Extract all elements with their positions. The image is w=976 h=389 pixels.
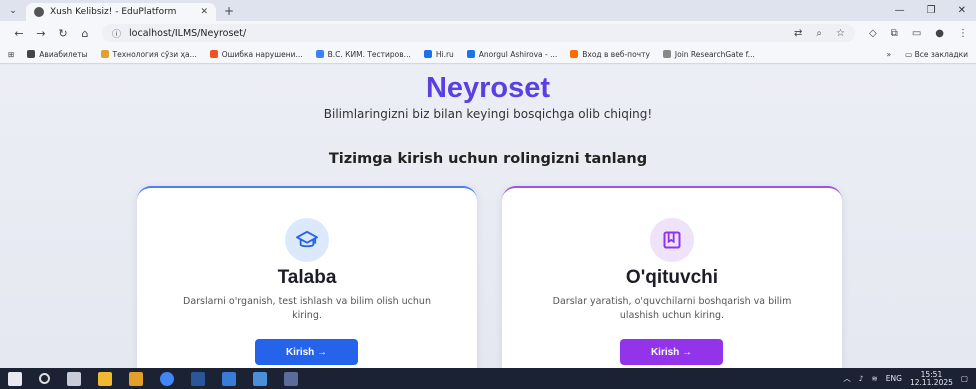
clock-date: 12.11.2025 [909, 377, 953, 387]
student-role-title: Talaba [277, 267, 337, 288]
browser-tab-bar: ⌄ Xush Kelibsiz! - EduPlatform ✕ + — ❐ ✕ [0, 0, 976, 21]
tab-close-icon[interactable]: ✕ [200, 7, 208, 17]
network-icon[interactable]: ≋ [871, 374, 877, 383]
volume-icon[interactable]: ♪ [859, 374, 864, 383]
bookmark-favicon-icon [423, 50, 432, 58]
site-info-icon[interactable]: ⓘ [112, 27, 121, 40]
bookmarks-overflow-button[interactable]: » [887, 50, 892, 59]
folder-icon: ▭ [905, 49, 915, 59]
book-icon [663, 231, 681, 249]
bookmark-favicon-icon [209, 50, 218, 58]
page-content: Neyroset Bilimlaringizni biz bilan keyin… [0, 65, 976, 368]
apps-grid-icon[interactable]: ⊞ [8, 50, 14, 59]
bookmark-label: Технология сўзи ҳа... [112, 49, 197, 59]
bookmark-favicon-icon [570, 50, 579, 58]
store-app-icon[interactable] [129, 371, 143, 386]
bookmark-label: Join ResearchGate f... [674, 49, 755, 59]
graduation-cap-icon [296, 230, 318, 248]
sidebar-icon[interactable]: ▭ [912, 28, 921, 39]
chrome-icon[interactable] [160, 371, 174, 386]
bookmark-favicon-icon [100, 50, 109, 58]
role-prompt: Tizimga kirish uchun rolingizni tanlang [328, 151, 648, 167]
bookmark-label: Вход в веб-почту [582, 49, 650, 59]
clock[interactable]: 15:51 12.11.2025 [909, 370, 953, 387]
notifications-icon[interactable]: ▢ [961, 374, 968, 383]
translate-icon[interactable]: ⇄ [794, 28, 802, 39]
taskbar-search-icon[interactable] [39, 373, 50, 384]
bookmark-favicon-icon [466, 50, 475, 58]
teacher-role-title: O'qituvchi [625, 267, 719, 288]
tab-title: Xush Kelibsiz! - EduPlatform [50, 7, 177, 17]
bookmark-item[interactable]: B.C. КИМ. Тестиров... [315, 49, 411, 59]
new-tab-button[interactable]: + [224, 4, 234, 18]
site-favicon-icon [34, 7, 44, 17]
language-indicator[interactable]: ENG [886, 374, 902, 383]
browser-menu-icon[interactable]: ⋮ [958, 28, 968, 39]
restore-icon[interactable]: ❐ [927, 5, 936, 16]
window-controls: — ❐ ✕ [895, 5, 976, 16]
teacher-icon-circle [650, 218, 694, 262]
bookmark-item[interactable]: Anorgul Ashirova - ... [466, 49, 558, 59]
bookmark-item[interactable]: Hi.ru [423, 49, 454, 59]
word-icon[interactable] [191, 371, 205, 386]
tray-overflow-icon[interactable]: ︿ [843, 373, 851, 384]
app-icon[interactable] [253, 371, 267, 386]
bookmark-item[interactable]: Ошибка нарушени... [209, 49, 303, 59]
extensions-puzzle-icon[interactable]: ⧉ [891, 28, 898, 39]
system-tray: ︿ ♪ ≋ ENG 15:51 12.11.2025 ▢ [843, 370, 968, 387]
bookmark-item[interactable]: Технология сўзи ҳа... [100, 49, 197, 59]
file-explorer-icon[interactable] [98, 371, 112, 386]
reload-icon[interactable]: ↻ [52, 27, 74, 40]
tagline: Bilimlaringizni biz bilan keyingi bosqic… [323, 107, 653, 121]
bookmark-label: Авиабилеты [39, 49, 88, 59]
bookmark-label: B.C. КИМ. Тестиров... [327, 49, 411, 59]
student-role-card[interactable]: Talaba Darslarni o'rganish, test ishlash… [137, 186, 477, 368]
student-login-button[interactable]: Kirish → [255, 339, 358, 365]
teacher-login-button[interactable]: Kirish → [620, 339, 723, 365]
telegram-app-icon[interactable] [222, 371, 236, 386]
close-window-icon[interactable]: ✕ [958, 5, 966, 16]
student-icon-circle [285, 218, 329, 262]
all-bookmarks-button[interactable]: ▭ Все закладки [905, 50, 968, 59]
task-view-icon[interactable] [67, 371, 81, 386]
teacher-role-description: Darslar yaratish, o'quvchilarni boshqari… [552, 296, 792, 321]
bookmark-label: Hi.ru [435, 49, 454, 59]
address-bar[interactable]: ⓘ localhost/ILMS/Neyroset/ ⇄ ⌕ ☆ [102, 24, 855, 42]
bookmark-star-icon[interactable]: ☆ [836, 28, 845, 39]
student-role-description: Darslarni o'rganish, test ishlash va bil… [183, 296, 431, 321]
minimize-icon[interactable]: — [895, 5, 905, 16]
bookmarks-bar: ⊞ Авиабилеты Технология сўзи ҳа... Ошибка … [0, 45, 976, 64]
bookmark-label: Anorgul Ashirova - ... [478, 49, 558, 59]
brand-title: Neyroset [425, 72, 551, 104]
os-taskbar: ︿ ♪ ≋ ENG 15:51 12.11.2025 ▢ [0, 368, 976, 389]
tab-search-chevron-icon[interactable]: ⌄ [0, 6, 26, 16]
extension-icon[interactable]: ◇ [869, 28, 877, 39]
browser-toolbar: ← → ↻ ⌂ ⓘ localhost/ILMS/Neyroset/ ⇄ ⌕ ☆… [0, 21, 976, 45]
bookmark-item[interactable]: Вход в веб-почту [570, 50, 650, 59]
forward-icon[interactable]: → [30, 27, 52, 40]
bookmark-favicon-icon [27, 50, 36, 58]
home-icon[interactable]: ⌂ [74, 27, 96, 40]
bookmark-item[interactable]: Авиабилеты [27, 49, 88, 59]
pinned-app-icon[interactable] [284, 371, 298, 386]
back-icon[interactable]: ← [8, 27, 30, 40]
browser-tab[interactable]: Xush Kelibsiz! - EduPlatform ✕ [26, 3, 216, 21]
bookmark-favicon-icon [662, 50, 671, 58]
teacher-role-card[interactable]: O'qituvchi Darslar yaratish, o'quvchilar… [502, 186, 842, 368]
windows-start-icon[interactable] [8, 371, 22, 386]
profile-avatar-icon[interactable]: ● [935, 28, 944, 39]
zoom-icon[interactable]: ⌕ [816, 28, 822, 39]
url-text: localhost/ILMS/Neyroset/ [129, 27, 247, 39]
bookmark-favicon-icon [315, 50, 324, 58]
bookmark-item[interactable]: Join ResearchGate f... [662, 49, 755, 59]
bookmark-label: Ошибка нарушени... [221, 49, 303, 59]
